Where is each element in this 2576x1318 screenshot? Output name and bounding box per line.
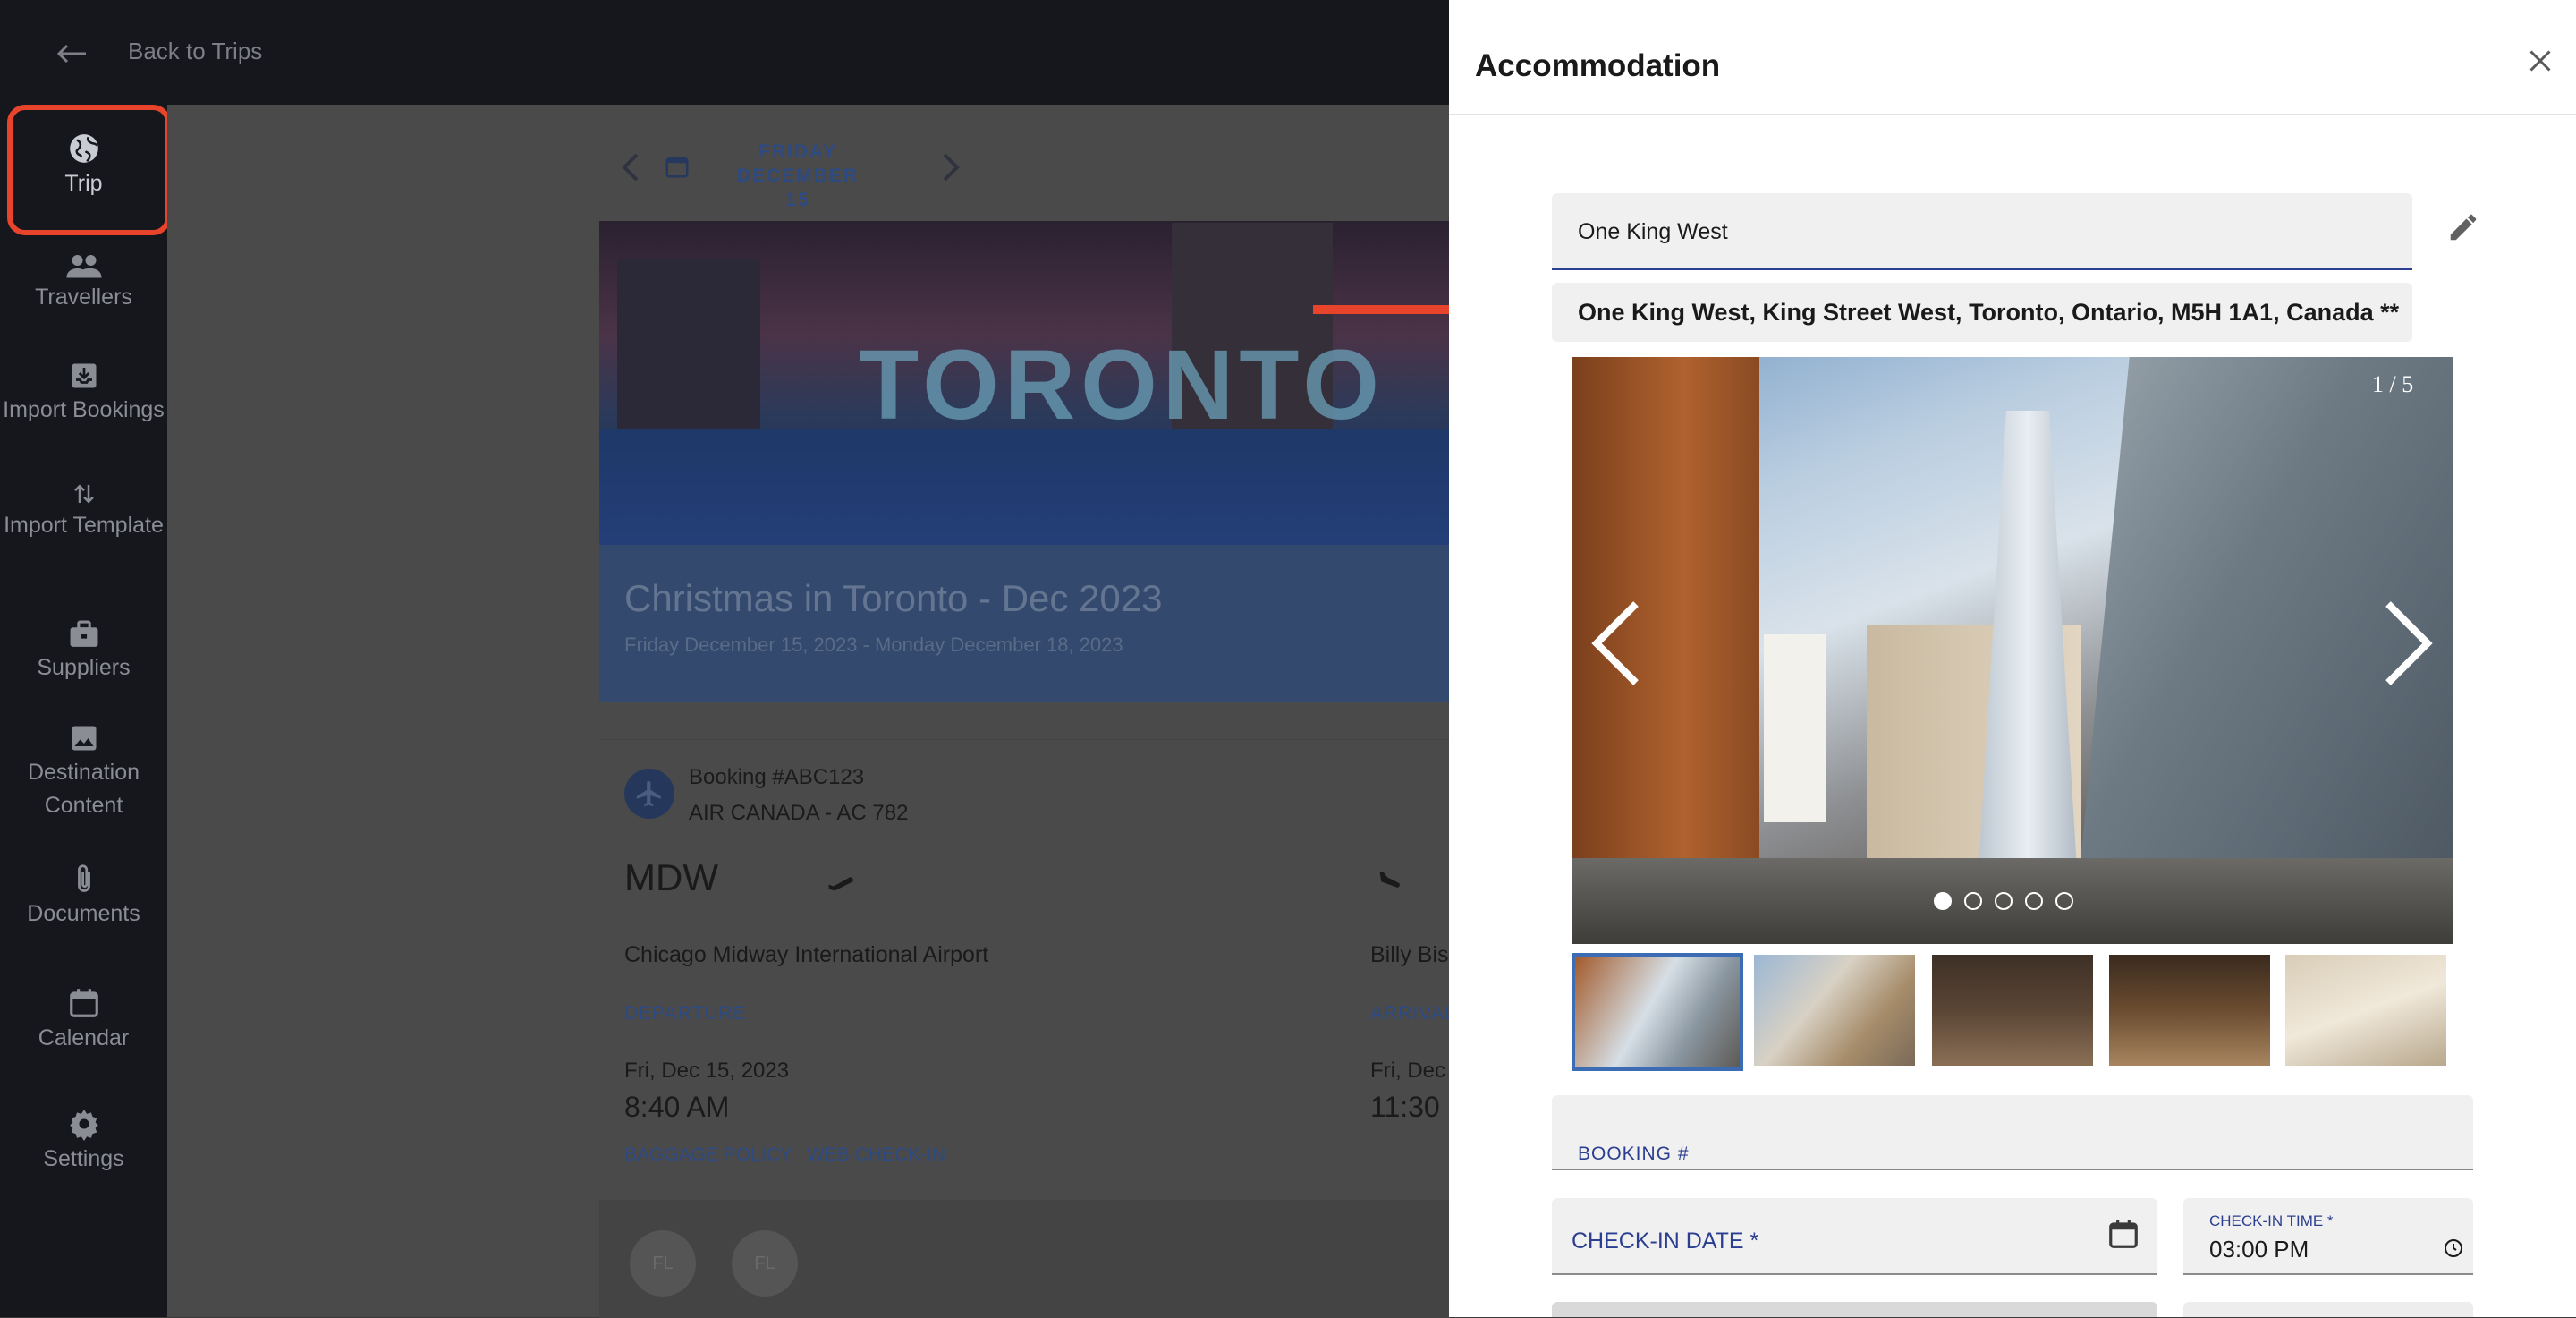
booking-number-field[interactable]: BOOKING # bbox=[1552, 1095, 2473, 1170]
trip-highlight-box bbox=[7, 105, 171, 235]
sidebar-item-label: Import Bookings bbox=[3, 397, 165, 422]
takeoff-icon bbox=[827, 877, 854, 896]
calendar-icon bbox=[665, 157, 689, 178]
next-field[interactable] bbox=[2183, 1302, 2473, 1317]
chevron-right-icon[interactable] bbox=[941, 151, 962, 183]
next-field[interactable] bbox=[1552, 1302, 2157, 1317]
checkin-time-label: CHECK-IN TIME * bbox=[2209, 1212, 2334, 1229]
edit-pencil-icon[interactable] bbox=[2442, 206, 2485, 249]
carousel-dots bbox=[1934, 892, 2073, 910]
carousel-thumbnail[interactable] bbox=[2109, 955, 2270, 1066]
airline: AIR CANADA - AC 782 bbox=[689, 801, 909, 825]
calendar-icon[interactable] bbox=[2106, 1216, 2140, 1252]
sidebar-item-suppliers[interactable]: Suppliers bbox=[0, 619, 167, 685]
carousel-thumbnail[interactable] bbox=[1572, 953, 1743, 1071]
carousel-dot[interactable] bbox=[1934, 892, 1952, 910]
photo-carousel: 1 / 5 bbox=[1572, 357, 2453, 944]
carousel-photo bbox=[1572, 357, 2453, 944]
carousel-counter: 1 / 5 bbox=[2372, 371, 2414, 397]
checkin-date-field[interactable]: CHECK-IN DATE * bbox=[1552, 1198, 2157, 1275]
calendar-icon bbox=[69, 989, 98, 1017]
carousel-thumbnail[interactable] bbox=[2285, 955, 2446, 1066]
arrival-date: Fri, Dec bbox=[1370, 1059, 1445, 1083]
landing-icon bbox=[1378, 871, 1405, 896]
carousel-prev-icon[interactable] bbox=[1589, 599, 1643, 688]
date-line-2: 15 bbox=[785, 190, 810, 210]
checkin-date-label: CHECK-IN DATE * bbox=[1572, 1229, 1759, 1254]
trip-summary-card: Christmas in Toronto - Dec 2023 Friday D… bbox=[599, 545, 1449, 702]
sidebar-item-calendar[interactable]: Calendar bbox=[0, 986, 167, 1055]
gear-icon bbox=[69, 1110, 98, 1141]
departure-time: 8:40 AM bbox=[624, 1091, 730, 1123]
carousel-dot[interactable] bbox=[2055, 892, 2073, 910]
address-value: One King West, King Street West, Toronto… bbox=[1578, 299, 2400, 326]
sidebar-item-label: Destination Content bbox=[27, 760, 140, 818]
sidebar-item-label: Settings bbox=[43, 1146, 124, 1171]
briefcase-icon bbox=[70, 620, 97, 647]
address-field[interactable]: One King West, King Street West, Toronto… bbox=[1552, 283, 2412, 342]
avatar[interactable]: FL bbox=[630, 1230, 696, 1297]
card-footer bbox=[599, 1200, 1449, 1318]
sidebar-item-travellers[interactable]: Travellers bbox=[0, 252, 167, 314]
back-arrow-icon[interactable] bbox=[50, 32, 93, 75]
carousel-thumbnail[interactable] bbox=[1932, 955, 2093, 1066]
sidebar-item-settings[interactable]: Settings bbox=[0, 1107, 167, 1176]
carousel-next-icon[interactable] bbox=[2381, 599, 2435, 688]
panel-header: Accommodation bbox=[1449, 0, 2576, 115]
current-date: FRIDAY DECEMBER 15 bbox=[704, 140, 892, 212]
web-checkin-link[interactable]: WEB CHECK-IN bbox=[807, 1144, 945, 1166]
checkin-time-value: 03:00 PM bbox=[2209, 1236, 2309, 1263]
booking-number: Booking #ABC123 bbox=[689, 765, 865, 789]
sidebar-item-import-bookings[interactable]: Import Bookings bbox=[0, 360, 167, 427]
airplane-icon bbox=[624, 769, 674, 819]
carousel-dot[interactable] bbox=[1995, 892, 2012, 910]
people-icon bbox=[66, 255, 101, 278]
carousel-dot[interactable] bbox=[2025, 892, 2043, 910]
trip-title: Christmas in Toronto - Dec 2023 bbox=[624, 577, 1163, 619]
arrival-airport: Billy Bis bbox=[1370, 942, 1449, 967]
flight-booking-card: Booking #ABC123 AIR CANADA - AC 782 MDW … bbox=[599, 739, 1454, 1318]
swap-vertical-icon bbox=[73, 484, 94, 504]
arrival-time: 11:30 bbox=[1370, 1091, 1440, 1123]
departure-label: DEPARTURE bbox=[624, 1003, 747, 1024]
carousel-dot[interactable] bbox=[1964, 892, 1982, 910]
date-line-1: FRIDAY DECEMBER bbox=[736, 141, 860, 186]
hero-sign-text: TORONTO bbox=[859, 330, 1385, 440]
accommodation-name-value: One King West bbox=[1578, 219, 1728, 244]
sidebar-item-label: Suppliers bbox=[37, 655, 131, 680]
booking-number-label: BOOKING # bbox=[1578, 1144, 1690, 1164]
accommodation-panel: Accommodation One King West One King Wes… bbox=[1449, 0, 2576, 1317]
arrival-label: ARRIVAL bbox=[1370, 1003, 1456, 1024]
clock-icon[interactable] bbox=[2443, 1237, 2464, 1259]
paperclip-icon bbox=[77, 864, 90, 892]
trip-dates: Friday December 15, 2023 - Monday Decemb… bbox=[624, 633, 1123, 656]
sidebar-item-label: Calendar bbox=[38, 1025, 130, 1050]
trip-hero-image: TORONTO bbox=[599, 221, 1449, 545]
sidebar-item-import-template[interactable]: Import Template bbox=[0, 480, 167, 542]
sidebar-item-documents[interactable]: Documents bbox=[0, 863, 167, 931]
departure-airport: Chicago Midway International Airport bbox=[624, 942, 989, 967]
back-to-trips-link[interactable]: Back to Trips bbox=[128, 38, 262, 65]
departure-date: Fri, Dec 15, 2023 bbox=[624, 1059, 790, 1083]
avatar[interactable]: FL bbox=[732, 1230, 798, 1297]
panel-title: Accommodation bbox=[1475, 48, 1721, 83]
sidebar-item-label: Documents bbox=[27, 901, 140, 926]
sidebar-item-label: Import Template bbox=[4, 513, 164, 538]
sidebar-item-label: Travellers bbox=[35, 285, 132, 310]
accommodation-name-field[interactable]: One King West bbox=[1552, 193, 2412, 270]
image-icon bbox=[72, 726, 96, 751]
sidebar-item-destination-content[interactable]: Destination Content bbox=[0, 722, 167, 822]
download-tray-icon bbox=[72, 363, 96, 388]
departure-code: MDW bbox=[624, 856, 718, 898]
carousel-thumbnail[interactable] bbox=[1754, 955, 1915, 1066]
close-icon[interactable] bbox=[2519, 39, 2562, 82]
checkin-time-field[interactable]: CHECK-IN TIME * 03:00 PM bbox=[2183, 1198, 2473, 1275]
chevron-left-icon[interactable] bbox=[619, 151, 640, 183]
baggage-policy-link[interactable]: BAGGAGE POLICY bbox=[624, 1144, 792, 1166]
sidebar: Trip Travellers Import Bookings Import T… bbox=[0, 105, 167, 1317]
